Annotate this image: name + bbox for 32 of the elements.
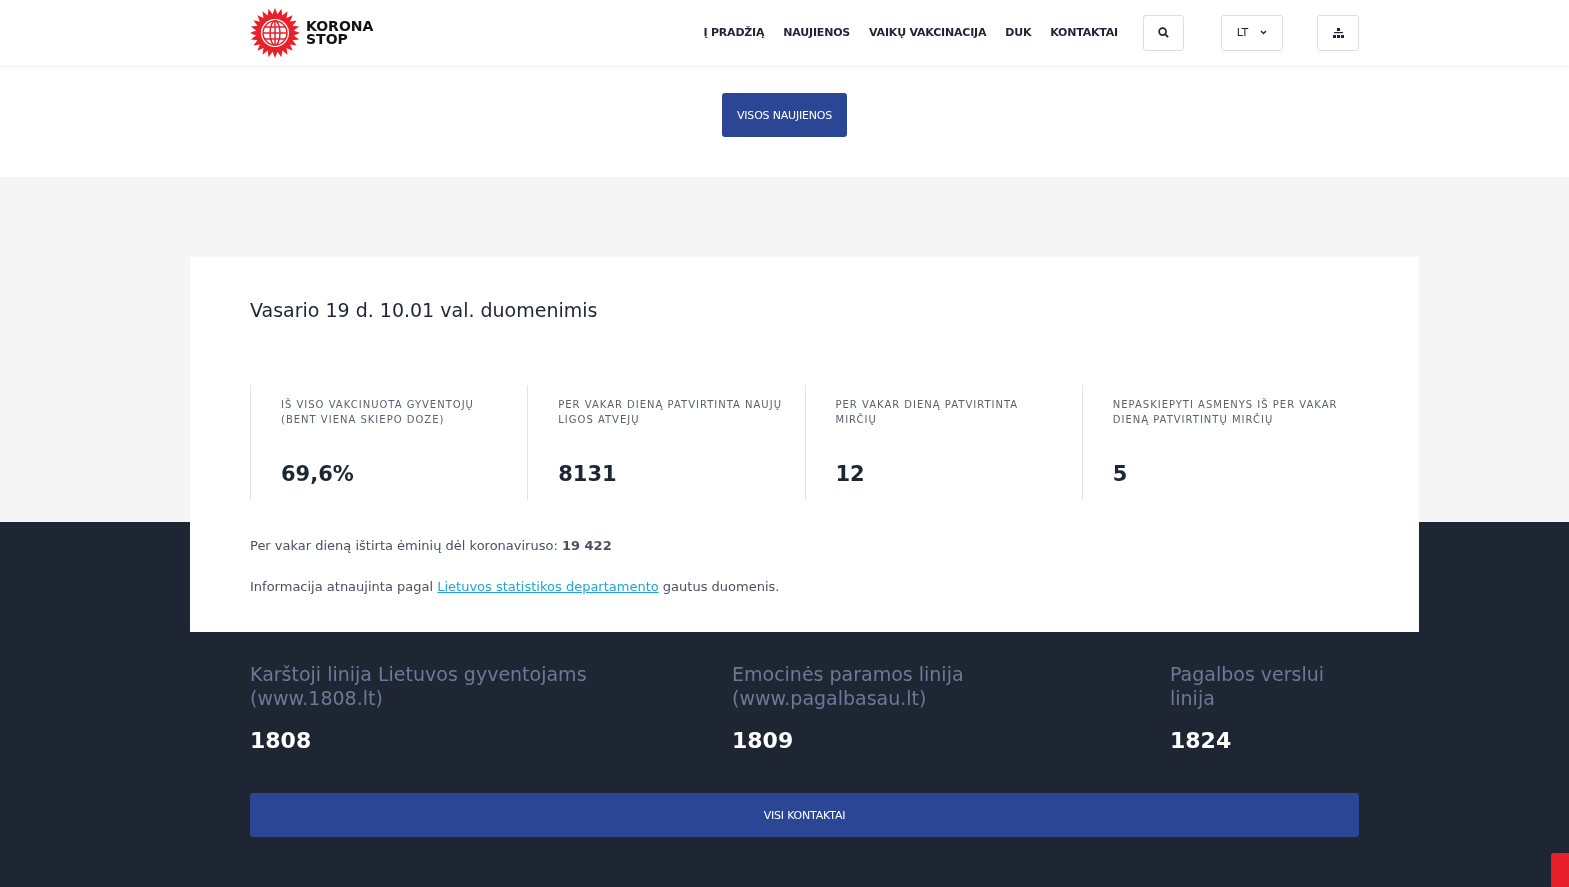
nav-link[interactable]: DUK (1005, 26, 1032, 39)
tests-note: Per vakar dieną ištirta ėminių dėl koronaviruso: 19 422 (250, 538, 613, 553)
stat-label: IŠ VISO VAKCINUOTA GYVENTOJŲ (BENT VIENA SKIEPO DOZE) (281, 397, 475, 427)
stat-value: 12 (835, 462, 866, 486)
sitemap-icon (1332, 27, 1344, 38)
nav-link[interactable]: Į PRADŽIĄ (703, 26, 765, 39)
search-icon (1158, 27, 1169, 38)
nav-link[interactable]: KONTAKTAI (1050, 26, 1118, 39)
hotline-number: 1809 (732, 728, 795, 753)
stat-value: 69,6% (281, 462, 355, 486)
nav-link[interactable]: NAUJIENOS (783, 26, 851, 39)
stat-label: NEPASKIEPYTI ASMENYS IŠ PER VAKAR DIENĄ PATVIRTINTŲ MIRČIŲ (1112, 397, 1339, 427)
logo-icon (250, 7, 300, 58)
hotline-title: Karštoji linija Lietuvos gyventojams (www.1808.lt) (250, 662, 588, 710)
hotline-title: Emocinės paramos linija (www.pagalbasau.lt) (732, 662, 965, 710)
stat-label: PER VAKAR DIENĄ PATVIRTINTA MIRČIŲ (835, 398, 1020, 427)
nav-link[interactable]: VAIKŲ VAKCINACIJA (869, 26, 987, 39)
stats-title: Vasario 19 d. 10.01 val. duomenimis (250, 299, 599, 321)
language-select[interactable]: LT (1221, 14, 1283, 51)
hotline-title: Pagalbos verslui linija (1170, 662, 1326, 710)
logo-text: KORONA STOP (306, 19, 374, 46)
all-news-button[interactable]: VISOS NAUJIENOS (722, 93, 847, 137)
stat-label: PER VAKAR DIENĄ PATVIRTINTA NAUJŲ LIGOS ATVEJŲ (558, 398, 783, 427)
hotline-number: 1808 (250, 728, 313, 753)
source-note: Informacija atnaujinta pagal Lietuvos statistikos departamento gautus duomenis. (250, 579, 781, 594)
hotline-number: 1824 (1170, 728, 1233, 753)
chevron-down-icon (1260, 30, 1268, 35)
sitemap-button[interactable] (1317, 14, 1359, 51)
stat-value: 5 (1112, 462, 1129, 486)
all-contacts-button[interactable]: VISI KONTAKTAI (250, 793, 1359, 837)
search-button[interactable] (1143, 14, 1184, 51)
stat-value: 8131 (558, 462, 618, 486)
